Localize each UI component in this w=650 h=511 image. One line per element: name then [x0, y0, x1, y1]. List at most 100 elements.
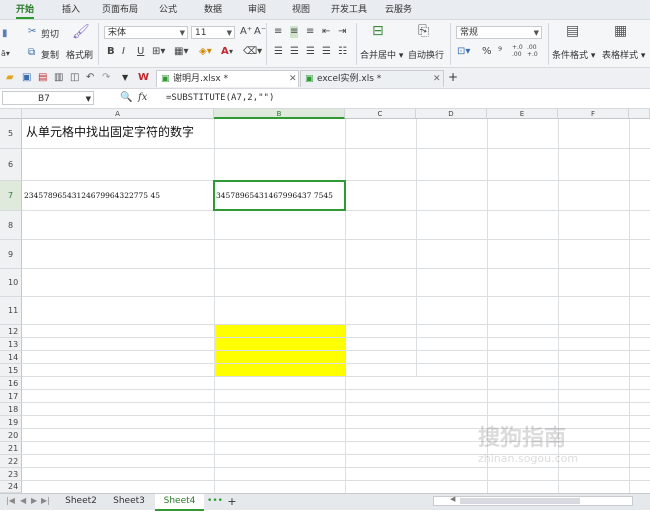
- row-header[interactable]: 9: [0, 240, 22, 269]
- number-format-select[interactable]: 常规 ▼: [456, 26, 542, 39]
- tab-review[interactable]: 审阅: [248, 3, 266, 17]
- print-icon[interactable]: ▥: [54, 72, 63, 84]
- row-header[interactable]: 24: [0, 481, 22, 493]
- column-header-b[interactable]: B: [214, 109, 345, 119]
- row-header[interactable]: 16: [0, 377, 22, 390]
- add-sheet-button[interactable]: +: [225, 494, 239, 509]
- increase-decimal-button[interactable]: +.0 .00: [512, 44, 524, 58]
- row-header[interactable]: 21: [0, 442, 22, 455]
- column-header-f[interactable]: F: [558, 109, 629, 119]
- row-header[interactable]: 18: [0, 403, 22, 416]
- cell-a5[interactable]: 从单元格中找出固定字符的数字: [26, 123, 194, 140]
- merge-center-button[interactable]: 合并居中 ▾: [360, 48, 403, 61]
- column-header-g[interactable]: [629, 109, 650, 119]
- sheet-tab-sheet3[interactable]: Sheet3: [106, 494, 152, 509]
- format-painter-button[interactable]: 格式刷: [66, 48, 93, 61]
- fill-color-icon[interactable]: ◈▾: [199, 46, 212, 58]
- row-header[interactable]: 12: [0, 325, 22, 338]
- tab-developer[interactable]: 开发工具: [331, 3, 367, 17]
- save-icon[interactable]: ▣: [22, 72, 31, 84]
- close-icon[interactable]: ✕: [433, 71, 441, 88]
- bold-button[interactable]: B: [107, 46, 115, 58]
- underline-button[interactable]: U: [137, 46, 144, 58]
- scroll-left-icon[interactable]: ◀: [450, 495, 455, 503]
- doc-tab-active[interactable]: ▣ 谢明月.xlsx * ✕: [156, 70, 299, 87]
- select-all-corner[interactable]: [0, 109, 22, 119]
- name-box[interactable]: B7 ▼: [2, 91, 94, 105]
- copy-button[interactable]: 复制: [41, 48, 59, 61]
- tab-data[interactable]: 数据: [204, 3, 222, 17]
- row-header[interactable]: 22: [0, 455, 22, 468]
- row-header[interactable]: 7: [0, 181, 22, 211]
- row-header[interactable]: 14: [0, 351, 22, 364]
- font-name-select[interactable]: 宋体 ▼: [104, 26, 188, 39]
- row-header[interactable]: 8: [0, 211, 22, 240]
- sheet-tab-sheet4[interactable]: Sheet4: [155, 494, 204, 511]
- column-header-d[interactable]: D: [416, 109, 487, 119]
- align-top-icon[interactable]: ≡: [274, 26, 282, 38]
- clear-format-icon[interactable]: ⌫▾: [243, 46, 262, 58]
- formula-input[interactable]: =SUBSTITUTE(A7,2,""): [166, 91, 646, 105]
- font-size-select[interactable]: 11 ▼: [191, 26, 235, 39]
- row-header[interactable]: 17: [0, 390, 22, 403]
- fx-button[interactable]: fx: [138, 92, 147, 104]
- paste-icon[interactable]: ▮: [2, 28, 8, 40]
- distributed-icon[interactable]: ☷: [338, 46, 347, 58]
- tab-view[interactable]: 视图: [292, 3, 310, 17]
- align-right-icon[interactable]: ☰: [306, 46, 315, 58]
- align-middle-icon[interactable]: ≡: [290, 26, 299, 38]
- new-tab-icon[interactable]: +: [448, 71, 458, 83]
- wrap-text-button[interactable]: 自动换行: [408, 48, 444, 61]
- tab-page-layout[interactable]: 页面布局: [102, 3, 138, 17]
- tab-formulas[interactable]: 公式: [159, 3, 177, 17]
- tab-cloud[interactable]: 云服务: [385, 3, 412, 17]
- export-pdf-icon[interactable]: ▤: [38, 72, 47, 84]
- fill-pattern-icon[interactable]: ▦▾: [174, 46, 188, 58]
- more-sheets-button[interactable]: •••: [206, 494, 224, 509]
- justify-icon[interactable]: ☰: [322, 46, 331, 58]
- decrease-font-button[interactable]: A⁻: [254, 26, 266, 38]
- tab-insert[interactable]: 插入: [62, 3, 80, 17]
- row-header[interactable]: 15: [0, 364, 22, 377]
- indent-increase-icon[interactable]: ⇥: [338, 26, 346, 38]
- redo-icon[interactable]: ↷: [102, 72, 110, 84]
- row-header[interactable]: 6: [0, 149, 22, 181]
- border-icon[interactable]: ⊞▾: [152, 46, 165, 58]
- cut-button[interactable]: 剪切: [41, 27, 59, 40]
- row-header[interactable]: 5: [0, 119, 22, 149]
- doc-tab-inactive[interactable]: ▣ excel实例.xls * ✕: [300, 70, 444, 87]
- conditional-format-button[interactable]: 条件格式 ▾: [552, 48, 595, 61]
- indent-decrease-icon[interactable]: ⇤: [322, 26, 330, 38]
- align-left-icon[interactable]: ☰: [274, 46, 283, 58]
- scrollbar-thumb[interactable]: [460, 498, 580, 504]
- align-bottom-icon[interactable]: ≡: [306, 26, 314, 38]
- percent-button[interactable]: %: [482, 46, 492, 58]
- last-sheet-icon[interactable]: ▶|: [41, 495, 50, 507]
- column-header-e[interactable]: E: [487, 109, 558, 119]
- row-header[interactable]: 19: [0, 416, 22, 429]
- row-header[interactable]: 13: [0, 338, 22, 351]
- first-sheet-icon[interactable]: |◀: [6, 495, 15, 507]
- align-center-icon[interactable]: ☰: [290, 46, 299, 58]
- column-header-c[interactable]: C: [345, 109, 416, 119]
- increase-font-button[interactable]: A⁺: [240, 26, 252, 38]
- column-header-a[interactable]: A: [22, 109, 214, 119]
- table-style-button[interactable]: 表格样式 ▾: [602, 48, 645, 61]
- italic-button[interactable]: I: [122, 46, 125, 58]
- tab-home[interactable]: 开始: [16, 3, 35, 19]
- zoom-icon[interactable]: 🔍: [120, 92, 132, 104]
- currency-icon[interactable]: ⊡▾: [457, 46, 470, 58]
- chevron-down-icon[interactable]: ▼: [122, 72, 128, 84]
- horizontal-scrollbar[interactable]: ◀: [433, 495, 633, 506]
- open-folder-icon[interactable]: ▰: [6, 72, 14, 84]
- row-header[interactable]: 11: [0, 297, 22, 325]
- row-header[interactable]: 10: [0, 269, 22, 297]
- close-icon[interactable]: ✕: [289, 71, 297, 88]
- sheet-tab-sheet2[interactable]: Sheet2: [58, 494, 104, 509]
- row-header[interactable]: 23: [0, 468, 22, 481]
- cell-a7[interactable]: 23457896543124679964322775 45: [24, 191, 160, 200]
- next-sheet-icon[interactable]: ▶: [31, 495, 37, 507]
- row-header[interactable]: 20: [0, 429, 22, 442]
- font-color-button[interactable]: A: [221, 46, 229, 58]
- print-preview-icon[interactable]: ◫: [70, 72, 79, 84]
